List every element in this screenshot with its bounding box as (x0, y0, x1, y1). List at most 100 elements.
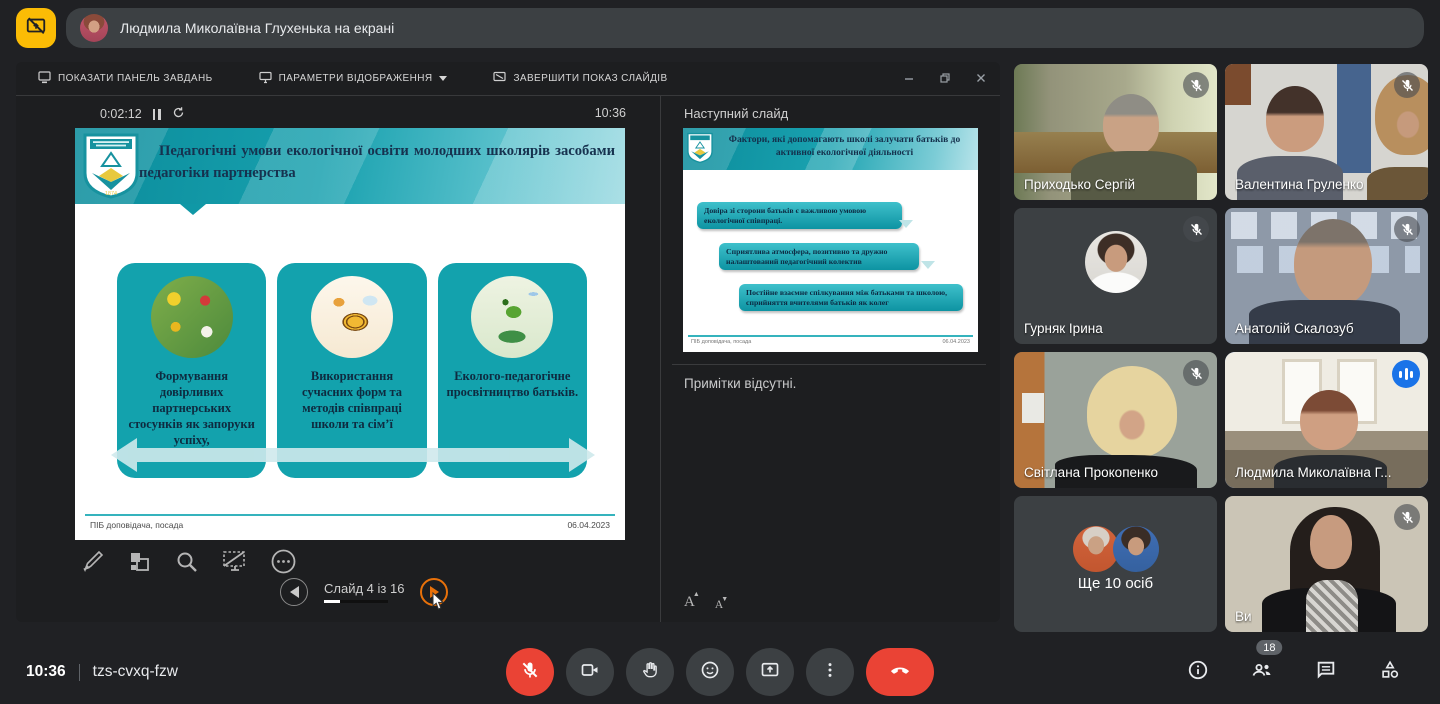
slide-header-notch (180, 204, 206, 215)
thumb-footer-date: 06.04.2023 (942, 339, 970, 345)
thumb-box: Постійне взаємне спілкування між батькам… (739, 284, 963, 311)
meeting-panels: 18 (1178, 652, 1410, 692)
taskbar-icon (38, 71, 51, 87)
font-increase-icon: A▲ (684, 594, 695, 611)
participant-name: Світлана Прокопенко (1024, 465, 1158, 480)
show-taskbar-menuitem: ПОКАЗАТИ ПАНЕЛЬ ЗАВДАНЬ (38, 71, 213, 87)
bottom-control-bar: 10:36 tzs-cvxq-fzw 18 (0, 640, 1440, 704)
self-view-tile[interactable]: Ви (1225, 496, 1428, 632)
presentation-off-icon (25, 15, 47, 42)
black-screen-icon (221, 549, 249, 580)
display-settings-label: ПАРАМЕТРИ ВІДОБРАЖЕННЯ (279, 73, 433, 84)
participant-name: Приходько Сергій (1024, 177, 1135, 192)
powerpoint-toolbar: ПОКАЗАТИ ПАНЕЛЬ ЗАВДАНЬ ПАРАМЕТРИ ВІДОБР… (16, 62, 1000, 96)
mic-toggle-button[interactable] (506, 648, 554, 696)
previous-slide-button (280, 578, 308, 606)
mic-muted-icon (1394, 216, 1420, 242)
mic-muted-icon (1394, 72, 1420, 98)
thumb-university-logo (687, 131, 713, 170)
timer-value: 0:02:12 (100, 107, 142, 121)
show-participants-button[interactable]: 18 (1242, 652, 1282, 692)
reactions-button[interactable] (686, 648, 734, 696)
activities-icon (1379, 659, 1401, 686)
chat-button[interactable] (1306, 652, 1346, 692)
participants-grid: Приходько Сергій Валентина Груленко Гурн… (1014, 64, 1428, 632)
show-taskbar-label: ПОКАЗАТИ ПАНЕЛЬ ЗАВДАНЬ (58, 73, 213, 84)
meeting-code: tzs-cvxq-fzw (93, 663, 178, 681)
mic-muted-icon (1183, 216, 1209, 242)
mic-muted-icon (1394, 504, 1420, 530)
svg-text:1874: 1874 (105, 191, 117, 197)
participant-tile[interactable]: Приходько Сергій (1014, 64, 1217, 200)
leave-call-button[interactable] (866, 648, 934, 696)
notes-font-controls: A▲ A▼ (684, 594, 723, 611)
frog-photo (471, 276, 553, 358)
end-slideshow-icon (493, 71, 506, 87)
overflow-count-label: Ще 10 осіб (1014, 575, 1217, 592)
top-bar: Людмила Миколаївна Глухенька на екрані (16, 8, 1424, 48)
next-slide-heading: Наступний слайд (684, 106, 788, 121)
slide-progress-bar (324, 600, 388, 604)
card-text: Використання сучасних форм та методів сп… (277, 368, 426, 432)
window-controls (904, 62, 986, 96)
chat-icon (1315, 659, 1337, 686)
smiley-icon (700, 660, 720, 685)
close-icon (976, 70, 986, 88)
thumb-footer-line (688, 335, 973, 337)
slide-counter: Слайд 4 із 16 (324, 581, 404, 596)
mic-muted-icon (1183, 72, 1209, 98)
participant-name: Гурняк Ірина (1024, 321, 1103, 336)
university-logo: 1874 (83, 133, 139, 204)
slide-footer-date: 06.04.2023 (567, 520, 610, 530)
next-slide-button (420, 578, 448, 606)
more-vertical-icon (820, 660, 840, 685)
avatar (1113, 526, 1159, 572)
participant-tile[interactable]: Валентина Груленко (1225, 64, 1428, 200)
participant-name: Людмила Миколаївна Г... (1235, 465, 1392, 480)
meeting-info: 10:36 tzs-cvxq-fzw (26, 663, 178, 681)
next-slide-thumbnail: Фактори, які допомагають школі залучати … (683, 128, 978, 352)
presenting-banner-text: Людмила Миколаївна Глухенька на екрані (120, 20, 394, 36)
more-options-icon (270, 548, 297, 580)
slide-title: Педагогічні умови екологічної освіти мол… (139, 141, 615, 185)
notes-divider (672, 364, 986, 365)
mic-muted-icon (1183, 360, 1209, 386)
slide-tiles-icon (127, 549, 153, 580)
stop-presentation-button[interactable] (16, 8, 56, 48)
raise-hand-button[interactable] (626, 648, 674, 696)
display-settings-icon (259, 71, 272, 87)
participant-tile[interactable]: Світлана Прокопенко (1014, 352, 1217, 488)
more-options-button[interactable] (806, 648, 854, 696)
meeting-details-button[interactable] (1178, 652, 1218, 692)
participant-tile[interactable]: Гурняк Ірина (1014, 208, 1217, 344)
presentation-timer: 0:02:12 (100, 106, 185, 122)
card-text: Формування довірливих партнерських стосу… (117, 368, 266, 448)
bee-photo (311, 276, 393, 358)
overflow-participants-tile[interactable]: Ще 10 осіб (1014, 496, 1217, 632)
camera-toggle-button[interactable] (566, 648, 614, 696)
thumb-box: Сприятлива атмосфера, позитивно та дружн… (719, 243, 919, 270)
present-screen-icon (760, 660, 780, 685)
thumb-box: Довіра зі сторони батьків є важливою умо… (697, 202, 902, 229)
double-arrow-graphic (111, 438, 595, 472)
participant-tile[interactable]: Анатолій Скалозуб (1225, 208, 1428, 344)
hand-icon (640, 660, 660, 685)
pause-timer-icon (153, 109, 161, 120)
presenting-banner: Людмила Миколаївна Глухенька на екрані (66, 8, 1424, 48)
slide-navigation: Слайд 4 із 16 (280, 578, 448, 606)
pen-tool-icon (80, 549, 106, 580)
activities-button[interactable] (1370, 652, 1410, 692)
participant-name: Ви (1235, 609, 1252, 624)
presenter-avatar (80, 14, 108, 42)
divider (79, 664, 80, 681)
slide-footer-author: ПІБ доповідача, посада (90, 520, 183, 530)
minimize-icon (904, 70, 914, 88)
participant-tile-speaking[interactable]: Людмила Миколаївна Г... (1225, 352, 1428, 488)
card-text: Еколого-педагогічне просвітництво батькі… (438, 368, 587, 400)
end-slideshow-label: ЗАВЕРШИТИ ПОКАЗ СЛАЙДІВ (513, 73, 667, 84)
end-slideshow-menuitem: ЗАВЕРШИТИ ПОКАЗ СЛАЙДІВ (493, 71, 667, 87)
present-screen-button[interactable] (746, 648, 794, 696)
speaking-indicator-icon (1392, 360, 1420, 388)
participant-count-badge: 18 (1256, 640, 1282, 655)
thumb-footer-author: ПІБ доповідача, посада (691, 339, 751, 345)
